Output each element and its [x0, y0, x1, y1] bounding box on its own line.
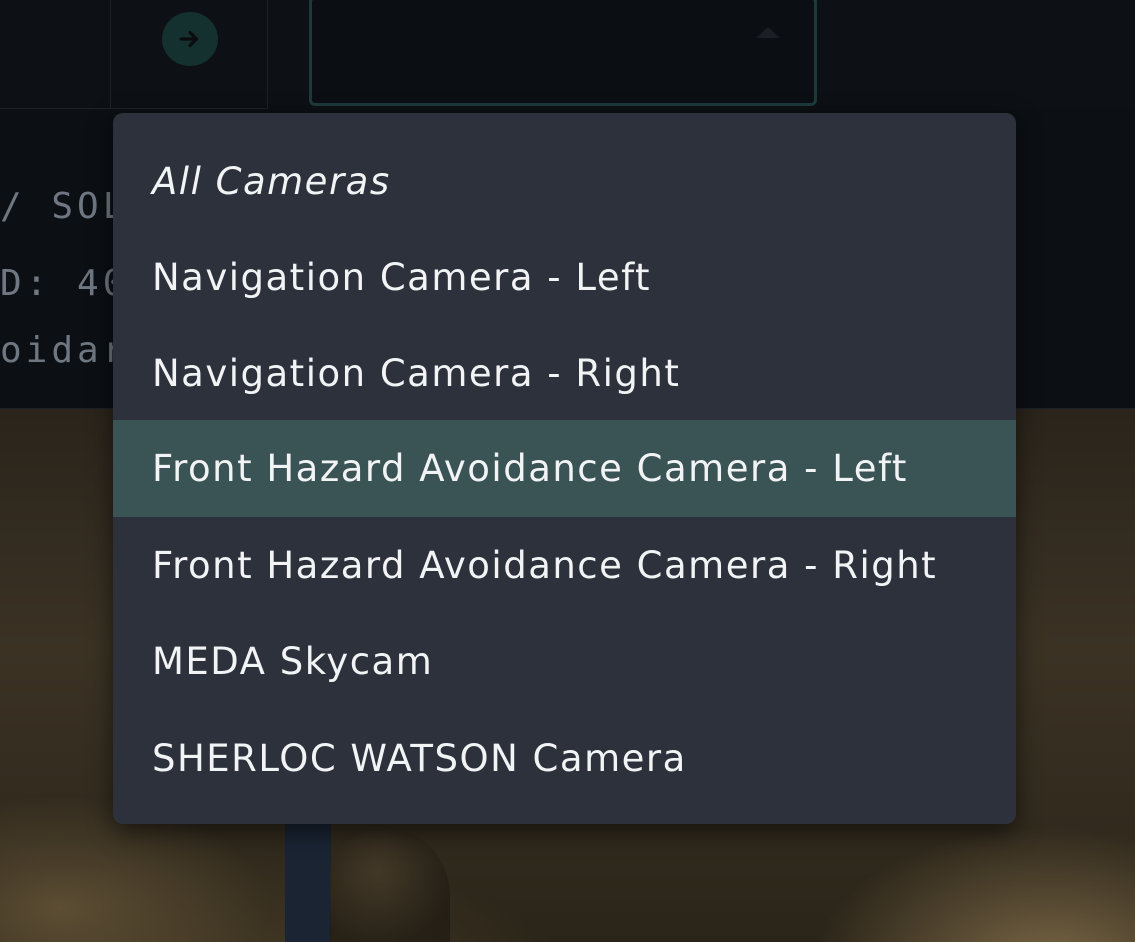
option-label: Navigation Camera - Right — [152, 352, 681, 395]
option-front-hazcam-right[interactable]: Front Hazard Avoidance Camera - Right — [113, 517, 1016, 614]
arrow-right-icon — [179, 30, 199, 48]
topbar-cell-1 — [0, 0, 111, 109]
option-label: Front Hazard Avoidance Camera - Left — [152, 447, 908, 490]
option-navigation-camera-right[interactable]: Navigation Camera - Right — [113, 325, 1016, 422]
option-navigation-camera-left[interactable]: Navigation Camera - Left — [113, 229, 1016, 326]
option-label: Front Hazard Avoidance Camera - Right — [152, 544, 938, 587]
app-stage: / SOL D: 40 oidar All Cameras Navigation… — [0, 0, 1135, 942]
option-label: MEDA Skycam — [152, 640, 434, 683]
option-meda-skycam[interactable]: MEDA Skycam — [113, 613, 1016, 710]
option-sherloc-watson-camera[interactable]: SHERLOC WATSON Camera — [113, 710, 1016, 807]
option-all-cameras[interactable]: All Cameras — [113, 133, 1016, 230]
camera-dropdown-menu: All Cameras Navigation Camera - Left Nav… — [113, 113, 1016, 824]
info-camera-label: oidar — [0, 330, 129, 371]
camera-select[interactable] — [309, 0, 817, 106]
top-control-bar — [0, 0, 1135, 110]
info-sol-label: / SOL — [0, 186, 129, 227]
go-button[interactable] — [162, 12, 218, 66]
option-label: All Cameras — [152, 160, 391, 203]
chevron-up-icon — [756, 27, 780, 38]
option-label: Navigation Camera - Left — [152, 256, 652, 299]
photo-shadow — [285, 820, 331, 942]
info-id-label: D: 40 — [0, 263, 129, 304]
option-label: SHERLOC WATSON Camera — [152, 737, 687, 780]
option-front-hazcam-left[interactable]: Front Hazard Avoidance Camera - Left — [113, 420, 1016, 517]
